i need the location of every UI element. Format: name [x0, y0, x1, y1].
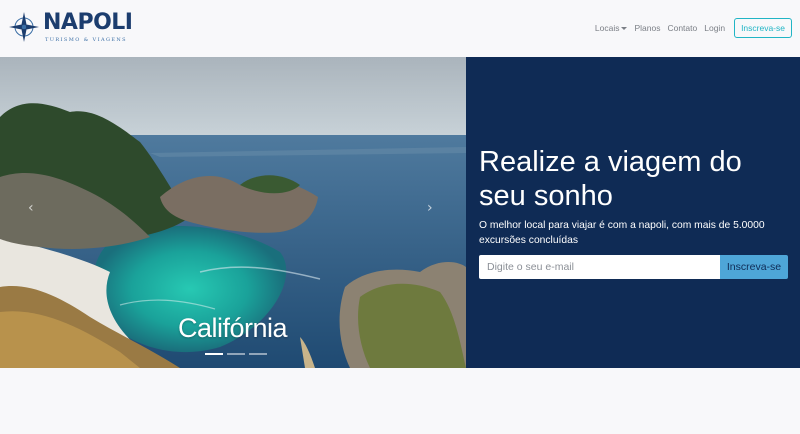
signup-button[interactable]: Inscreva-se	[734, 18, 792, 38]
hero-title: Realize a viagem do seu sonho	[479, 146, 742, 212]
nav-link-locais[interactable]: Locais	[595, 23, 628, 33]
subscribe-button[interactable]: Inscreva-se	[720, 255, 788, 279]
carousel-next-icon[interactable]: ›	[427, 200, 433, 216]
carousel-indicator[interactable]	[227, 353, 245, 355]
nav-link-contato[interactable]: Contato	[667, 23, 697, 33]
signup-form: Inscreva-se	[479, 255, 788, 279]
hero-description: O melhor local para viajar é com a napol…	[479, 220, 765, 246]
carousel-prev-icon[interactable]: ‹	[28, 200, 34, 216]
navbar: NAPOLI TURISMO & VIAGENS Locais Planos C…	[0, 0, 800, 57]
carousel-caption: Califórnia	[178, 313, 288, 343]
email-input[interactable]	[479, 255, 720, 279]
hero-panel: Realize a viagem do seu sonho O melhor l…	[466, 57, 800, 368]
carousel-indicators	[205, 353, 271, 355]
nav-link-planos[interactable]: Planos	[634, 23, 660, 33]
nav-link-label: Locais	[594, 23, 620, 33]
carousel-indicator[interactable]	[249, 353, 267, 355]
brand-tagline: TURISMO & VIAGENS	[45, 37, 128, 43]
nav-link-login[interactable]: Login	[704, 23, 725, 33]
nav-links: Locais Planos Contato Login Inscreva-se	[588, 18, 792, 38]
caret-down-icon	[621, 26, 628, 30]
brand-name: NAPOLI	[43, 10, 133, 35]
compass-icon	[9, 12, 39, 42]
carousel-indicator[interactable]	[205, 353, 223, 355]
carousel: Califórnia ‹ ›	[0, 57, 466, 368]
brand-logo[interactable]: NAPOLI TURISMO & VIAGENS	[8, 10, 133, 43]
